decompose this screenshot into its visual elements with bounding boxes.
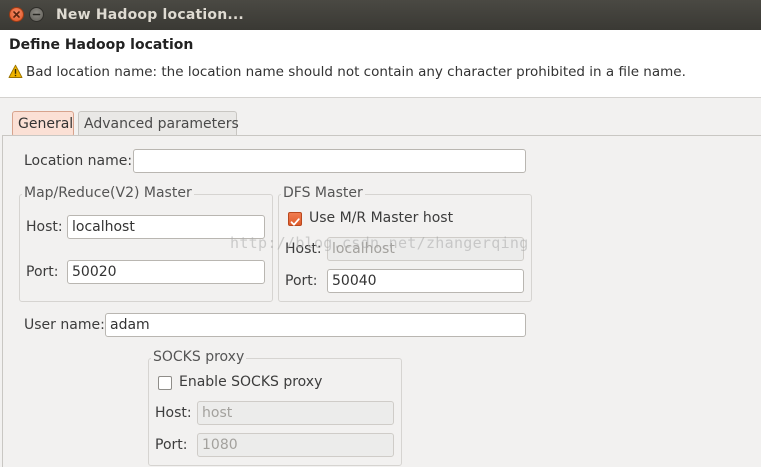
socks-host-input: host	[197, 401, 394, 425]
minimize-icon	[32, 13, 41, 16]
mr-master-legend: Map/Reduce(V2) Master	[22, 185, 194, 201]
mr-port-input[interactable]: 50020	[67, 260, 265, 284]
warning-icon	[8, 64, 23, 78]
mr-port-label: Port:	[26, 264, 59, 280]
socks-port-input: 1080	[197, 433, 394, 457]
enable-socks-checkbox[interactable]	[158, 376, 172, 390]
checkmark-icon	[290, 218, 300, 226]
dfs-port-label: Port:	[285, 273, 318, 289]
user-name-input[interactable]: adam	[105, 313, 526, 337]
wizard-header: Define Hadoop location Bad location name…	[0, 30, 761, 98]
enable-socks-label: Enable SOCKS proxy	[179, 374, 323, 390]
user-name-label: User name:	[24, 317, 105, 333]
error-message: Bad location name: the location name sho…	[26, 64, 686, 80]
use-mr-master-checkbox[interactable]	[288, 212, 302, 226]
dfs-port-input[interactable]: 50040	[327, 269, 524, 293]
location-name-label: Location name:	[24, 153, 133, 169]
socks-port-label: Port:	[155, 437, 188, 453]
location-name-input[interactable]	[133, 149, 526, 173]
window-titlebar: New Hadoop location...	[0, 0, 761, 30]
tab-general[interactable]: General	[12, 111, 74, 137]
socks-proxy-legend: SOCKS proxy	[151, 349, 247, 365]
window-title: New Hadoop location...	[56, 7, 244, 23]
use-mr-master-label: Use M/R Master host	[309, 210, 454, 226]
close-icon	[13, 11, 20, 18]
mr-host-label: Host:	[26, 219, 63, 235]
window-close-button[interactable]	[9, 7, 24, 22]
window-minimize-button[interactable]	[29, 7, 44, 22]
watermark-text: http://blog.csdn.net/zhangerqing	[230, 234, 529, 252]
socks-host-label: Host:	[155, 405, 192, 421]
tab-advanced-parameters[interactable]: Advanced parameters	[78, 111, 239, 137]
dfs-master-legend: DFS Master	[281, 185, 365, 201]
page-title: Define Hadoop location	[9, 37, 194, 53]
